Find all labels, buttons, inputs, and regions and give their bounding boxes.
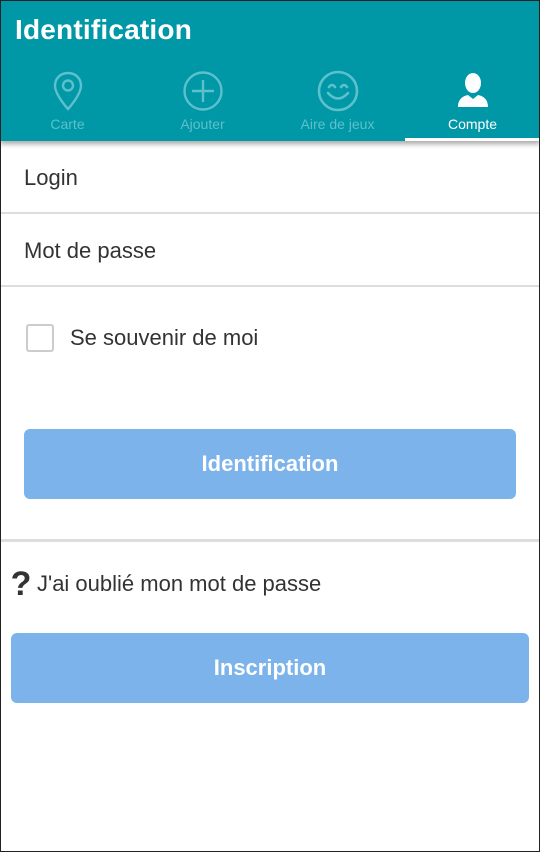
forgot-password-link[interactable]: ? J'ai oublié mon mot de passe (10, 565, 322, 603)
password-input[interactable] (0, 216, 540, 285)
tab-compte[interactable]: Compte (405, 66, 540, 141)
question-icon: ? (10, 565, 32, 603)
active-tab-indicator (405, 138, 540, 141)
forgot-password-label: J'ai oublié mon mot de passe (37, 571, 322, 596)
remember-me-label: Se souvenir de moi (70, 325, 259, 350)
tab-bar: Carte Ajouter Aire de jeux Compte (0, 66, 540, 141)
smiley-icon (316, 69, 360, 113)
tab-label: Carte (50, 116, 85, 132)
plus-circle-icon (181, 69, 225, 113)
page-title: Identification (15, 14, 193, 45)
tab-label: Compte (447, 116, 498, 132)
tab-label: Aire de jeux (300, 116, 375, 132)
remember-me-option[interactable]: Se souvenir de moi (26, 322, 258, 354)
login-button[interactable]: Identification (24, 429, 516, 499)
tab-label: Ajouter (180, 116, 225, 132)
signup-button[interactable]: Inscription (11, 633, 529, 703)
password-field (0, 216, 540, 287)
login-field (0, 143, 540, 214)
map-pin-icon (46, 69, 90, 113)
section-divider (0, 539, 540, 542)
login-input[interactable] (0, 143, 540, 212)
tab-carte[interactable]: Carte (0, 66, 135, 141)
tab-ajouter[interactable]: Ajouter (135, 66, 270, 141)
remember-me-checkbox[interactable] (26, 324, 54, 352)
user-icon (451, 69, 495, 113)
tab-aire-de-jeux[interactable]: Aire de jeux (270, 66, 405, 141)
app-header: Identification Carte Ajouter Aire de jeu… (0, 0, 540, 141)
